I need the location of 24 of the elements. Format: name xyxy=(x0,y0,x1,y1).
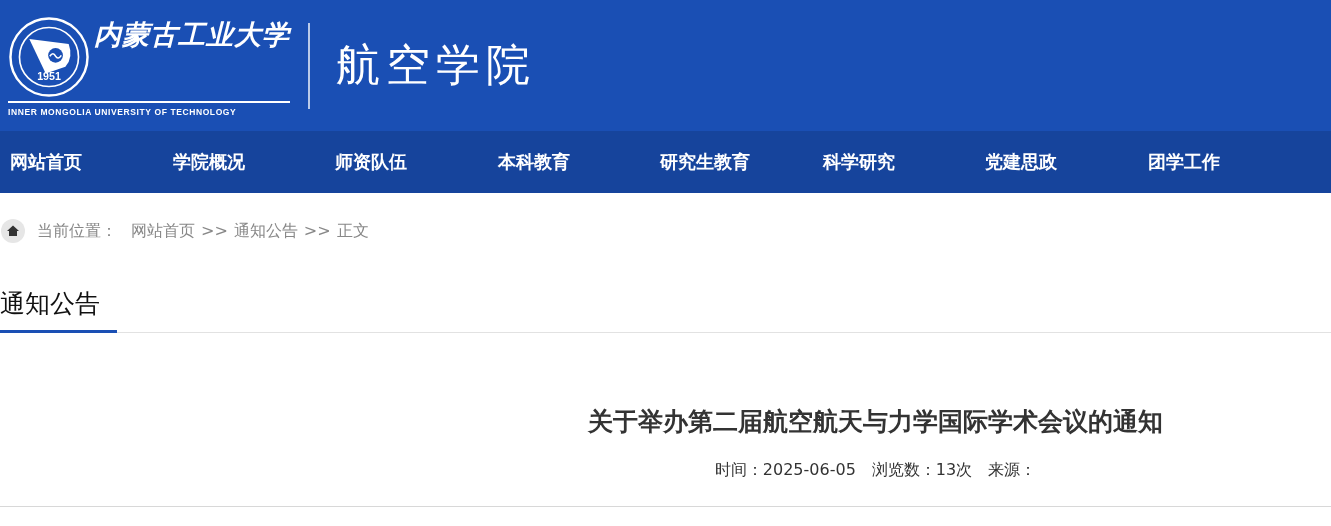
breadcrumb-link[interactable]: 网站首页 xyxy=(131,220,195,242)
nav-link[interactable]: 学院概况 xyxy=(162,150,325,174)
article-title: 关于举办第二届航空航天与力学国际学术会议的通知 xyxy=(587,406,1164,438)
nav-link[interactable]: 研究生教育 xyxy=(650,150,813,174)
breadcrumb-separator: >> xyxy=(303,220,331,242)
home-icon xyxy=(1,219,25,243)
article-meta: 浏览数：13次 xyxy=(871,460,973,481)
breadcrumb-link[interactable]: 正文 xyxy=(336,220,369,242)
article-meta: 来源： xyxy=(988,460,1037,481)
nav-link[interactable]: 师资队伍 xyxy=(325,150,488,174)
nav-link[interactable]: 团学工作 xyxy=(1137,150,1300,174)
university-name: 内蒙古工业大学 xyxy=(94,17,290,52)
breadcrumb-label: 当前位置： xyxy=(37,220,117,242)
college-name: 航空学院 xyxy=(336,38,536,92)
section-title: 通知公告 xyxy=(0,287,117,333)
nav-link[interactable]: 党建思政 xyxy=(975,150,1138,174)
nav-link[interactable]: 本科教育 xyxy=(487,150,650,174)
article-meta: 时间：2025-06-05 xyxy=(714,460,856,481)
nav-link[interactable]: 科学研究 xyxy=(812,150,975,174)
breadcrumb-link[interactable]: 通知公告 xyxy=(233,220,298,242)
university-emblem-icon: 1951 xyxy=(8,14,90,99)
university-english-name: INNER MONGOLIA UNIVERSITY OF TECHNOLOGY xyxy=(8,106,238,117)
nav-link[interactable]: 网站首页 xyxy=(0,150,163,174)
breadcrumb-separator: >> xyxy=(201,220,228,242)
